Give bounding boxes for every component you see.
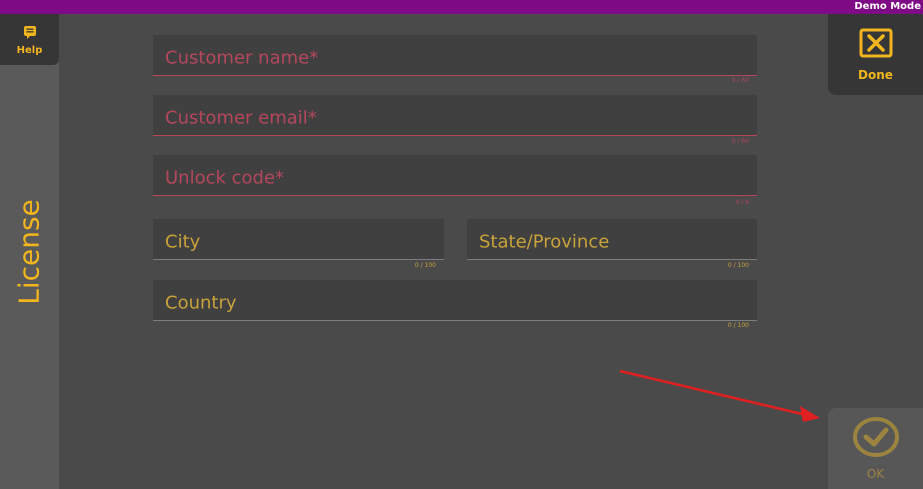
customer-name-field[interactable]: Customer name* [153,35,757,76]
help-button[interactable]: Help [0,14,59,65]
unlock-code-placeholder: Unlock code* [165,167,285,189]
unlock-code-counter: 0 / 9 [735,199,749,206]
top-bar: Demo Mode [0,0,923,14]
country-placeholder: Country [165,292,237,314]
ok-label: OK [866,466,885,481]
customer-email-placeholder: Customer email* [165,107,317,129]
help-label: Help [16,44,43,56]
customer-name-placeholder: Customer name* [165,47,319,69]
state-province-counter: 0 / 100 [727,262,749,269]
city-counter: 0 / 100 [414,262,436,269]
help-icon [23,24,37,43]
customer-email-counter: 0 / 60 [731,138,749,145]
demo-mode-label: Demo Mode [854,1,921,12]
done-button[interactable]: Done [828,14,923,95]
red-arrow-icon [600,360,830,434]
page-title: License [12,199,46,305]
customer-email-field[interactable]: Customer email* [153,95,757,136]
city-field[interactable]: City [153,219,444,260]
check-circle-icon [852,416,899,461]
country-field[interactable]: Country [153,280,757,321]
country-counter: 0 / 100 [727,322,749,329]
ok-button[interactable]: OK [828,408,923,489]
state-province-placeholder: State/Province [479,231,610,253]
customer-name-counter: 0 / 60 [731,77,749,84]
state-province-field[interactable]: State/Province [467,219,757,260]
city-placeholder: City [165,231,201,253]
done-label: Done [858,67,893,82]
close-box-icon [859,28,893,62]
unlock-code-field[interactable]: Unlock code* [153,155,757,196]
